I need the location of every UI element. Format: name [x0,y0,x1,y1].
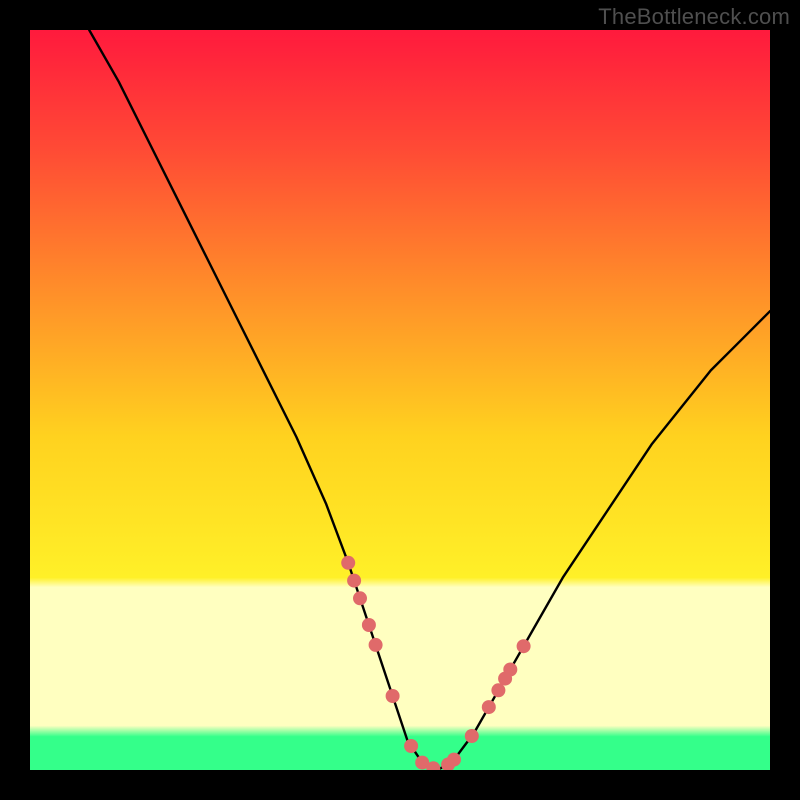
sample-dot [404,739,418,753]
sample-dot [362,618,376,632]
sample-dot [517,639,531,653]
sample-dot [482,700,496,714]
sample-dot [465,729,479,743]
sample-dot [386,689,400,703]
bottleneck-chart [0,0,800,800]
plot-background [30,30,770,770]
chart-frame: TheBottleneck.com [0,0,800,800]
sample-dot [353,591,367,605]
sample-dot [503,663,517,677]
sample-dot [447,753,461,767]
sample-dot [341,556,355,570]
sample-dot [347,574,361,588]
sample-dot [491,683,505,697]
watermark-text: TheBottleneck.com [598,4,790,30]
sample-dot [369,638,383,652]
